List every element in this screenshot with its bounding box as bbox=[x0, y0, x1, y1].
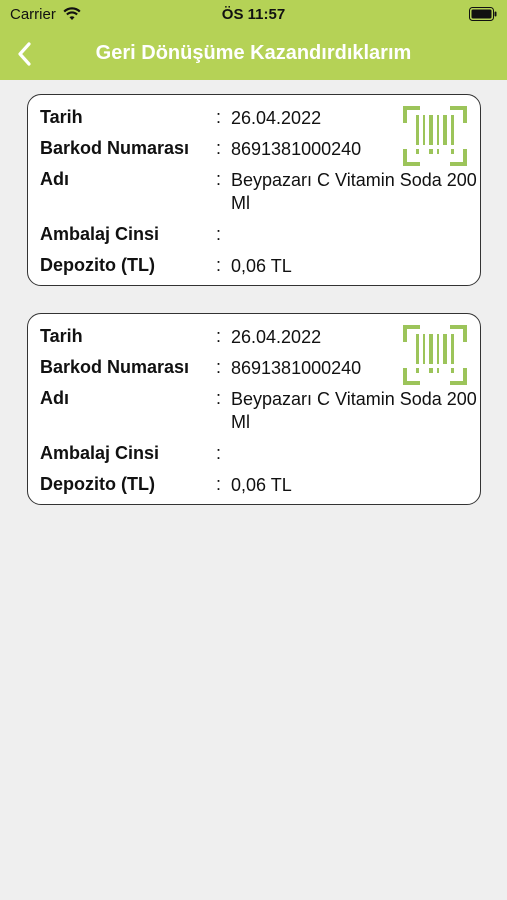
deposit-label: Depozito (TL) bbox=[40, 474, 155, 494]
chevron-left-icon bbox=[18, 42, 31, 66]
page-title: Geri Dönüşüme Kazandırdıklarım bbox=[95, 42, 412, 64]
status-time: ÖS 11:57 bbox=[221, 6, 286, 23]
package-label: Ambalaj Cinsi bbox=[40, 443, 160, 463]
name-value: Beypazarı C Vitamin Soda 200 Ml bbox=[231, 389, 477, 432]
package-label: Ambalaj Cinsi bbox=[40, 224, 160, 244]
name-value: Beypazarı C Vitamin Soda 200 Ml bbox=[231, 170, 477, 213]
barcode-scan-icon bbox=[403, 325, 467, 385]
colon: : bbox=[216, 169, 222, 189]
colon: : bbox=[216, 224, 222, 244]
colon: : bbox=[216, 326, 222, 346]
status-bar: Carrier ÖS 11:57 bbox=[0, 0, 507, 30]
deposit-label: Depozito (TL) bbox=[40, 255, 155, 275]
colon: : bbox=[216, 474, 222, 494]
barcode-label: Barkod Numarası bbox=[40, 357, 190, 377]
barcode-scan-icon bbox=[403, 106, 467, 166]
battery-icon bbox=[469, 7, 497, 21]
colon: : bbox=[216, 255, 222, 275]
colon: : bbox=[216, 357, 222, 377]
colon: : bbox=[216, 107, 222, 127]
colon: : bbox=[216, 138, 222, 158]
record-card: Tarih : 26.04.2022 Barkod Numarası : 869… bbox=[27, 94, 481, 286]
colon: : bbox=[216, 388, 222, 408]
name-label: Adı bbox=[40, 388, 69, 408]
record-card: Tarih : 26.04.2022 Barkod Numarası : 869… bbox=[27, 313, 481, 505]
colon: : bbox=[216, 443, 222, 463]
date-label: Tarih bbox=[40, 326, 83, 346]
deposit-value: 0,06 TL bbox=[231, 256, 292, 276]
name-label: Adı bbox=[40, 169, 69, 189]
deposit-value: 0,06 TL bbox=[231, 475, 292, 495]
back-button[interactable] bbox=[10, 38, 42, 70]
barcode-label: Barkod Numarası bbox=[40, 138, 190, 158]
date-label: Tarih bbox=[40, 107, 83, 127]
navigation-bar: Geri Dönüşüme Kazandırdıklarım bbox=[0, 30, 507, 80]
